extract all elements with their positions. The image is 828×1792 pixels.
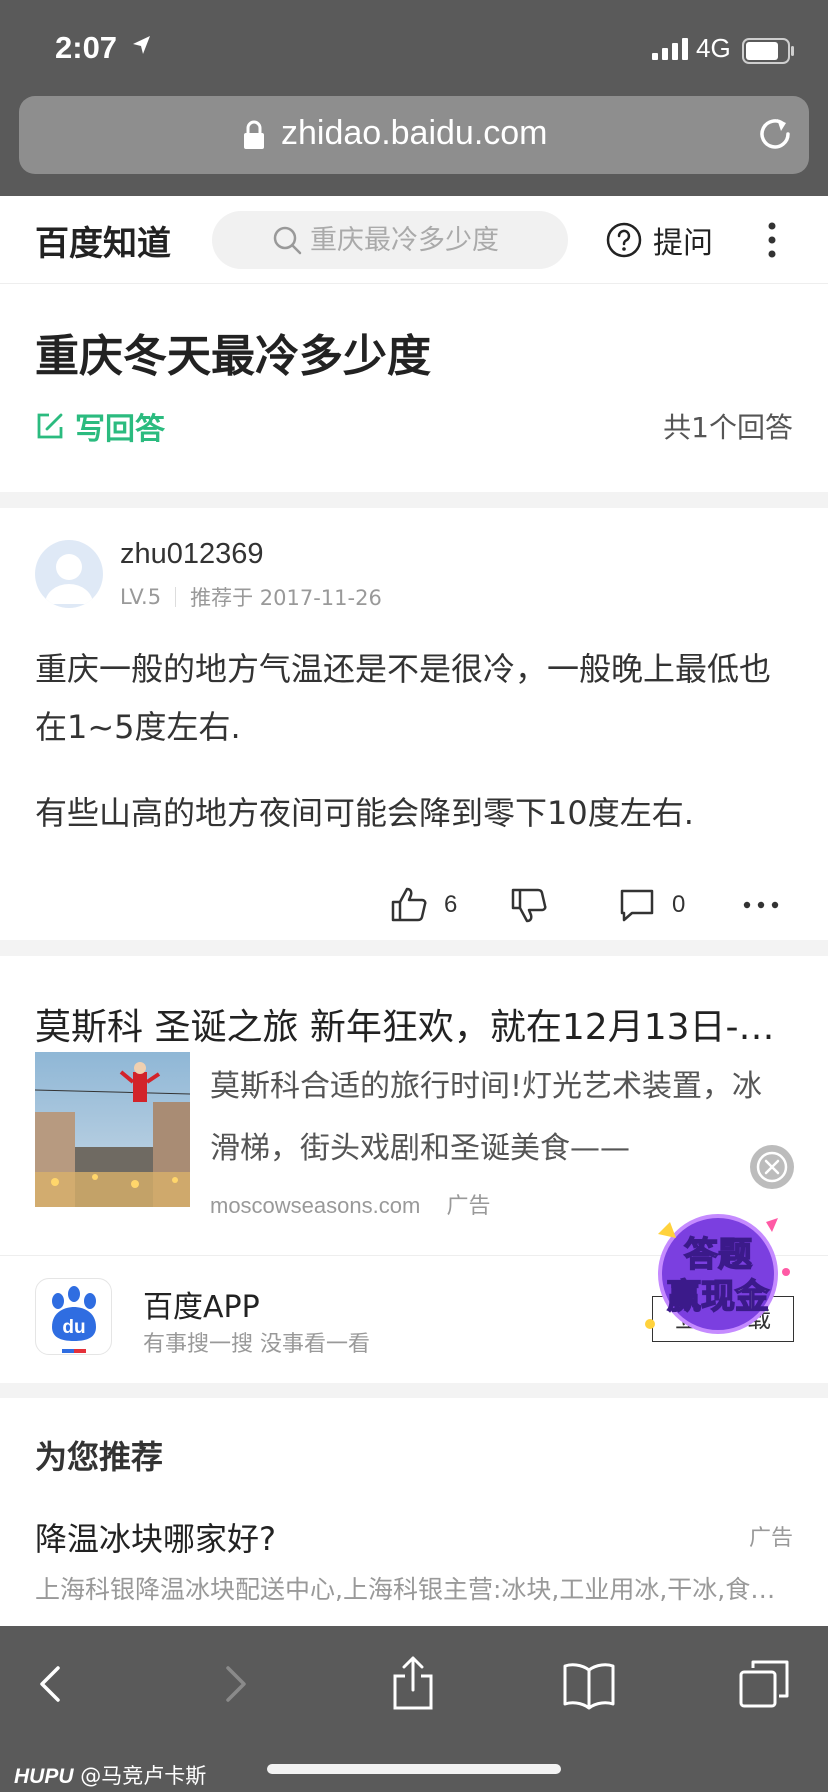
- share-icon[interactable]: [385, 1656, 441, 1712]
- status-time: 2:07: [55, 30, 118, 65]
- thumbs-up-icon: [391, 887, 427, 922]
- back-icon[interactable]: [24, 1656, 80, 1712]
- browser-top-chrome: 2:07 4G zhidao.baidu.com: [0, 0, 828, 196]
- battery-icon: [742, 38, 794, 64]
- answer-username[interactable]: zhu012369: [120, 538, 264, 571]
- more-vertical-icon[interactable]: [760, 218, 784, 262]
- lock-icon: [244, 120, 264, 149]
- bookmarks-icon[interactable]: [561, 1656, 617, 1712]
- question-section: 重庆冬天最冷多少度 写回答 共1个回答: [0, 284, 828, 492]
- app-slogan: 有事搜一搜 没事看一看: [143, 1332, 370, 1357]
- promo-text-line1: 答题: [684, 1235, 752, 1275]
- comment-count: 0: [672, 891, 686, 918]
- like-button[interactable]: 6: [390, 886, 457, 924]
- answer-actions: 6 0: [0, 876, 828, 936]
- user-level: LV.5: [120, 585, 162, 609]
- recommend-item-title[interactable]: 降温冰块哪家好?: [35, 1514, 276, 1560]
- ad-title[interactable]: 莫斯科 圣诞之旅 新年狂欢，就在12月13日-1月12日: [35, 998, 793, 1050]
- recommend-heading: 为您推荐: [35, 1438, 164, 1476]
- baidu-app-icon[interactable]: du: [35, 1278, 112, 1355]
- answer-paragraph: 重庆一般的地方气温还是不是很冷，一般晚上最低也在1~5度左右.: [35, 650, 772, 746]
- watermark: HUPU @马竞卢卡斯: [14, 1760, 206, 1790]
- edit-icon: [37, 413, 63, 439]
- home-indicator[interactable]: [267, 1764, 561, 1774]
- question-title: 重庆冬天最冷多少度: [35, 331, 431, 382]
- ad-close-button[interactable]: [750, 1145, 794, 1189]
- close-icon: [756, 1151, 788, 1183]
- cell-signal-icon: [652, 38, 688, 60]
- ad-source: moscowseasons.com: [210, 1193, 421, 1218]
- default-user-icon: [45, 554, 93, 604]
- meta-divider: [175, 587, 177, 607]
- more-actions-button[interactable]: [742, 886, 780, 924]
- search-input[interactable]: [310, 219, 550, 261]
- search-box[interactable]: [212, 211, 568, 269]
- baidu-paw-icon: du: [52, 1286, 96, 1353]
- baidu-icon-text: du: [62, 1317, 85, 1338]
- url-text: zhidao.baidu.com: [281, 114, 548, 152]
- section-divider: [0, 1383, 828, 1398]
- section-divider: [0, 940, 828, 956]
- section-divider: [0, 492, 828, 508]
- recommended-date: 推荐于 2017-11-26: [190, 586, 382, 610]
- ad-description: 莫斯科合适的旅行时间!灯光艺术装置，冰滑梯，街头戏剧和圣诞美食——: [210, 1069, 763, 1166]
- write-answer-button[interactable]: 写回答: [35, 404, 165, 448]
- recommend-section: 为您推荐 降温冰块哪家好? 广告 上海科银降温冰块配送中心,上海科银主营:冰块,…: [0, 1398, 828, 1626]
- thumbs-down-icon: [511, 888, 547, 923]
- dislike-button[interactable]: [510, 886, 548, 924]
- location-arrow-icon: [133, 36, 150, 54]
- more-horizontal-icon: [743, 901, 779, 909]
- ad-source-line: moscowseasons.com 广告: [210, 1188, 490, 1220]
- ad-label: 广告: [446, 1194, 491, 1219]
- ask-label: 提问: [653, 226, 713, 261]
- site-logo[interactable]: 百度知道: [35, 216, 171, 265]
- forward-icon[interactable]: [206, 1656, 262, 1712]
- promo-text-line2: 赢现金: [667, 1277, 770, 1317]
- question-circle-icon: [606, 222, 642, 258]
- answer-meta: LV.5 推荐于 2017-11-26: [120, 582, 382, 612]
- network-type: 4G: [696, 33, 731, 63]
- tabs-icon[interactable]: [737, 1656, 793, 1712]
- avatar[interactable]: [35, 540, 103, 608]
- ask-question-button[interactable]: 提问: [605, 218, 713, 262]
- address-bar[interactable]: zhidao.baidu.com: [19, 96, 809, 174]
- ad-label: 广告: [748, 1526, 793, 1551]
- watermark-brand: HUPU: [14, 1765, 74, 1788]
- christmas-street-image: [35, 1052, 190, 1207]
- recommend-item-description[interactable]: 上海科银降温冰块配送中心,上海科银主营:冰块,工业用冰,干冰,食用冰: [35, 1570, 795, 1606]
- ad-image[interactable]: [35, 1052, 190, 1207]
- answer-count: 共1个回答: [663, 411, 793, 444]
- quiz-cash-promo-badge[interactable]: 答题 赢现金: [636, 1192, 796, 1340]
- site-header: 百度知道 提问: [0, 196, 828, 284]
- like-count: 6: [444, 891, 458, 918]
- comment-icon: [620, 889, 654, 922]
- answer-card: zhu012369 LV.5 推荐于 2017-11-26 重庆一般的地方气温还…: [0, 508, 828, 940]
- write-answer-label: 写回答: [75, 412, 165, 447]
- search-icon: [273, 226, 302, 255]
- status-bar: 2:07 4G: [0, 0, 828, 96]
- comment-button[interactable]: 0: [618, 886, 685, 924]
- reload-icon[interactable]: [755, 114, 795, 154]
- app-name: 百度APP: [143, 1290, 260, 1325]
- answer-paragraph: 有些山高的地方夜间可能会降到零下10度左右.: [35, 794, 694, 832]
- watermark-handle: @马竞卢卡斯: [80, 1764, 207, 1788]
